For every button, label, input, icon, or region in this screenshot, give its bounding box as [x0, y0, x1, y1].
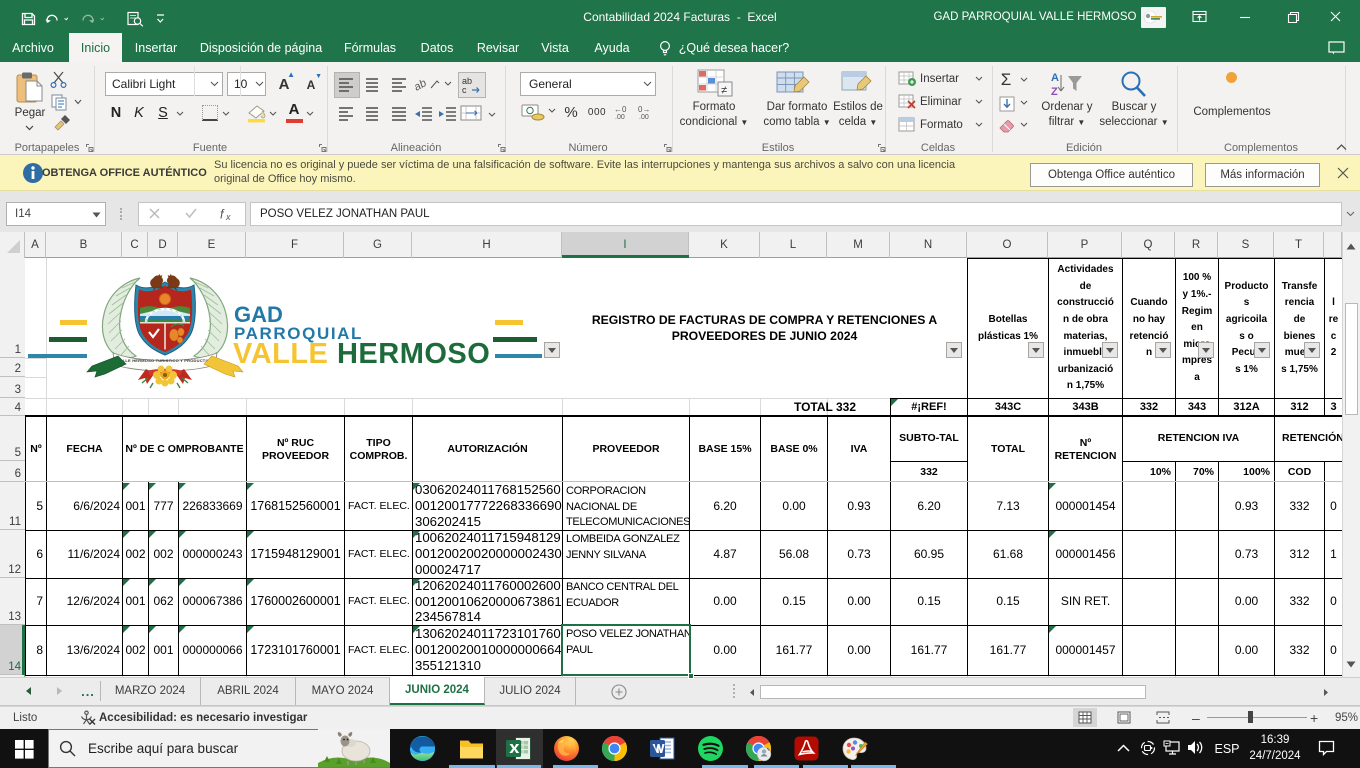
- svg-text:Z: Z: [1051, 86, 1058, 98]
- svg-text:≠: ≠: [721, 85, 727, 97]
- svg-text:.00: .00: [615, 114, 625, 121]
- svg-text:0→: 0→: [638, 105, 650, 114]
- svg-text:c: c: [462, 85, 467, 95]
- svg-text:.00: .00: [639, 114, 649, 121]
- svg-text:x: x: [225, 212, 231, 222]
- svg-text:←0: ←0: [614, 105, 627, 114]
- svg-text:VALLE HERMOSO TURISTICO Y PROD: VALLE HERMOSO TURISTICO Y PRODUCTIVO: [117, 358, 213, 363]
- svg-text:f: f: [220, 208, 225, 222]
- svg-text:A: A: [1051, 72, 1059, 84]
